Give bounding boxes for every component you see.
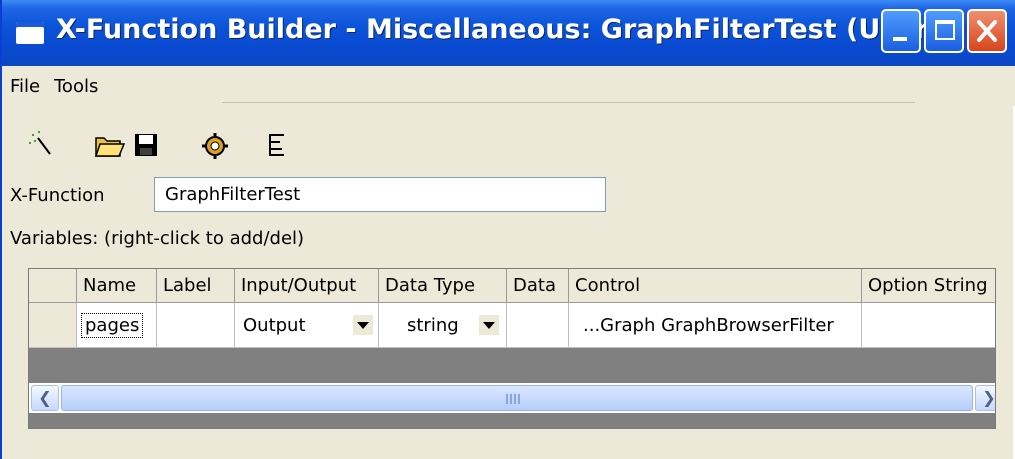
column-header-input-output[interactable]: Input/Output [235, 269, 379, 303]
column-header-control[interactable]: Control [569, 269, 862, 303]
grid-corner-header[interactable] [29, 269, 77, 303]
cell-name[interactable]: pages [77, 303, 157, 348]
scroll-grip [506, 394, 520, 404]
column-header-name[interactable]: Name [77, 269, 157, 303]
cell-name-value: pages [81, 313, 144, 338]
maximize-icon [935, 20, 955, 40]
horizontal-scrollbar[interactable]: ❮ ❯ [29, 383, 995, 413]
chevron-left-icon: ❮ [38, 388, 52, 407]
chevron-right-icon: ❯ [982, 388, 996, 407]
cell-option-string[interactable] [862, 303, 995, 348]
column-header-option-string[interactable]: Option String [862, 269, 995, 303]
xfunction-name-input[interactable] [154, 177, 606, 212]
scroll-left-button[interactable]: ❮ [31, 385, 59, 411]
xfunction-label: X-Function [10, 185, 105, 206]
cell-data-type-dropdown[interactable]: string [379, 303, 507, 348]
column-header-data-type[interactable]: Data Type [379, 269, 507, 303]
cell-input-output-dropdown[interactable]: Output [235, 303, 379, 348]
menu-bar: File Tools [2, 66, 1015, 106]
cell-control[interactable]: ...Graph GraphBrowserFilter [569, 303, 862, 348]
variables-grid[interactable]: Name Label Input/Output Data Type Data C… [28, 268, 996, 429]
variables-label: Variables: (right-click to add/del) [10, 228, 305, 249]
close-button[interactable] [967, 9, 1007, 53]
new-wand-icon[interactable] [24, 126, 58, 162]
save-disk-icon[interactable] [130, 126, 164, 162]
cell-label[interactable] [157, 303, 235, 348]
open-folder-icon[interactable] [92, 126, 126, 162]
minimize-button[interactable] [881, 9, 921, 53]
compile-gear-icon[interactable] [198, 126, 232, 162]
cell-data-type-value: string [407, 315, 459, 336]
chevron-down-icon[interactable] [353, 315, 373, 335]
menu-separator [222, 102, 915, 103]
menu-file[interactable]: File [10, 76, 40, 97]
chevron-down-icon[interactable] [479, 315, 499, 335]
toolbar [2, 126, 402, 166]
tree-view-icon[interactable] [260, 126, 294, 162]
cell-input-output-value: Output [243, 315, 306, 336]
cell-data[interactable] [507, 303, 569, 348]
title-bar[interactable]: X-Function Builder - Miscellaneous: Grap… [2, 0, 1015, 66]
maximize-button[interactable] [924, 9, 964, 53]
minimize-icon [893, 37, 907, 41]
close-icon [977, 20, 997, 42]
window-title: X-Function Builder - Miscellaneous: Grap… [56, 14, 941, 45]
menu-tools[interactable]: Tools [54, 76, 98, 97]
column-header-data[interactable]: Data [507, 269, 569, 303]
scroll-thumb[interactable] [61, 385, 973, 411]
row-header[interactable] [29, 303, 77, 348]
column-header-label[interactable]: Label [157, 269, 235, 303]
xfunction-builder-window: X-Function Builder - Miscellaneous: Grap… [0, 0, 1015, 459]
scroll-right-button[interactable]: ❯ [975, 385, 996, 411]
window-app-icon[interactable] [16, 22, 44, 44]
